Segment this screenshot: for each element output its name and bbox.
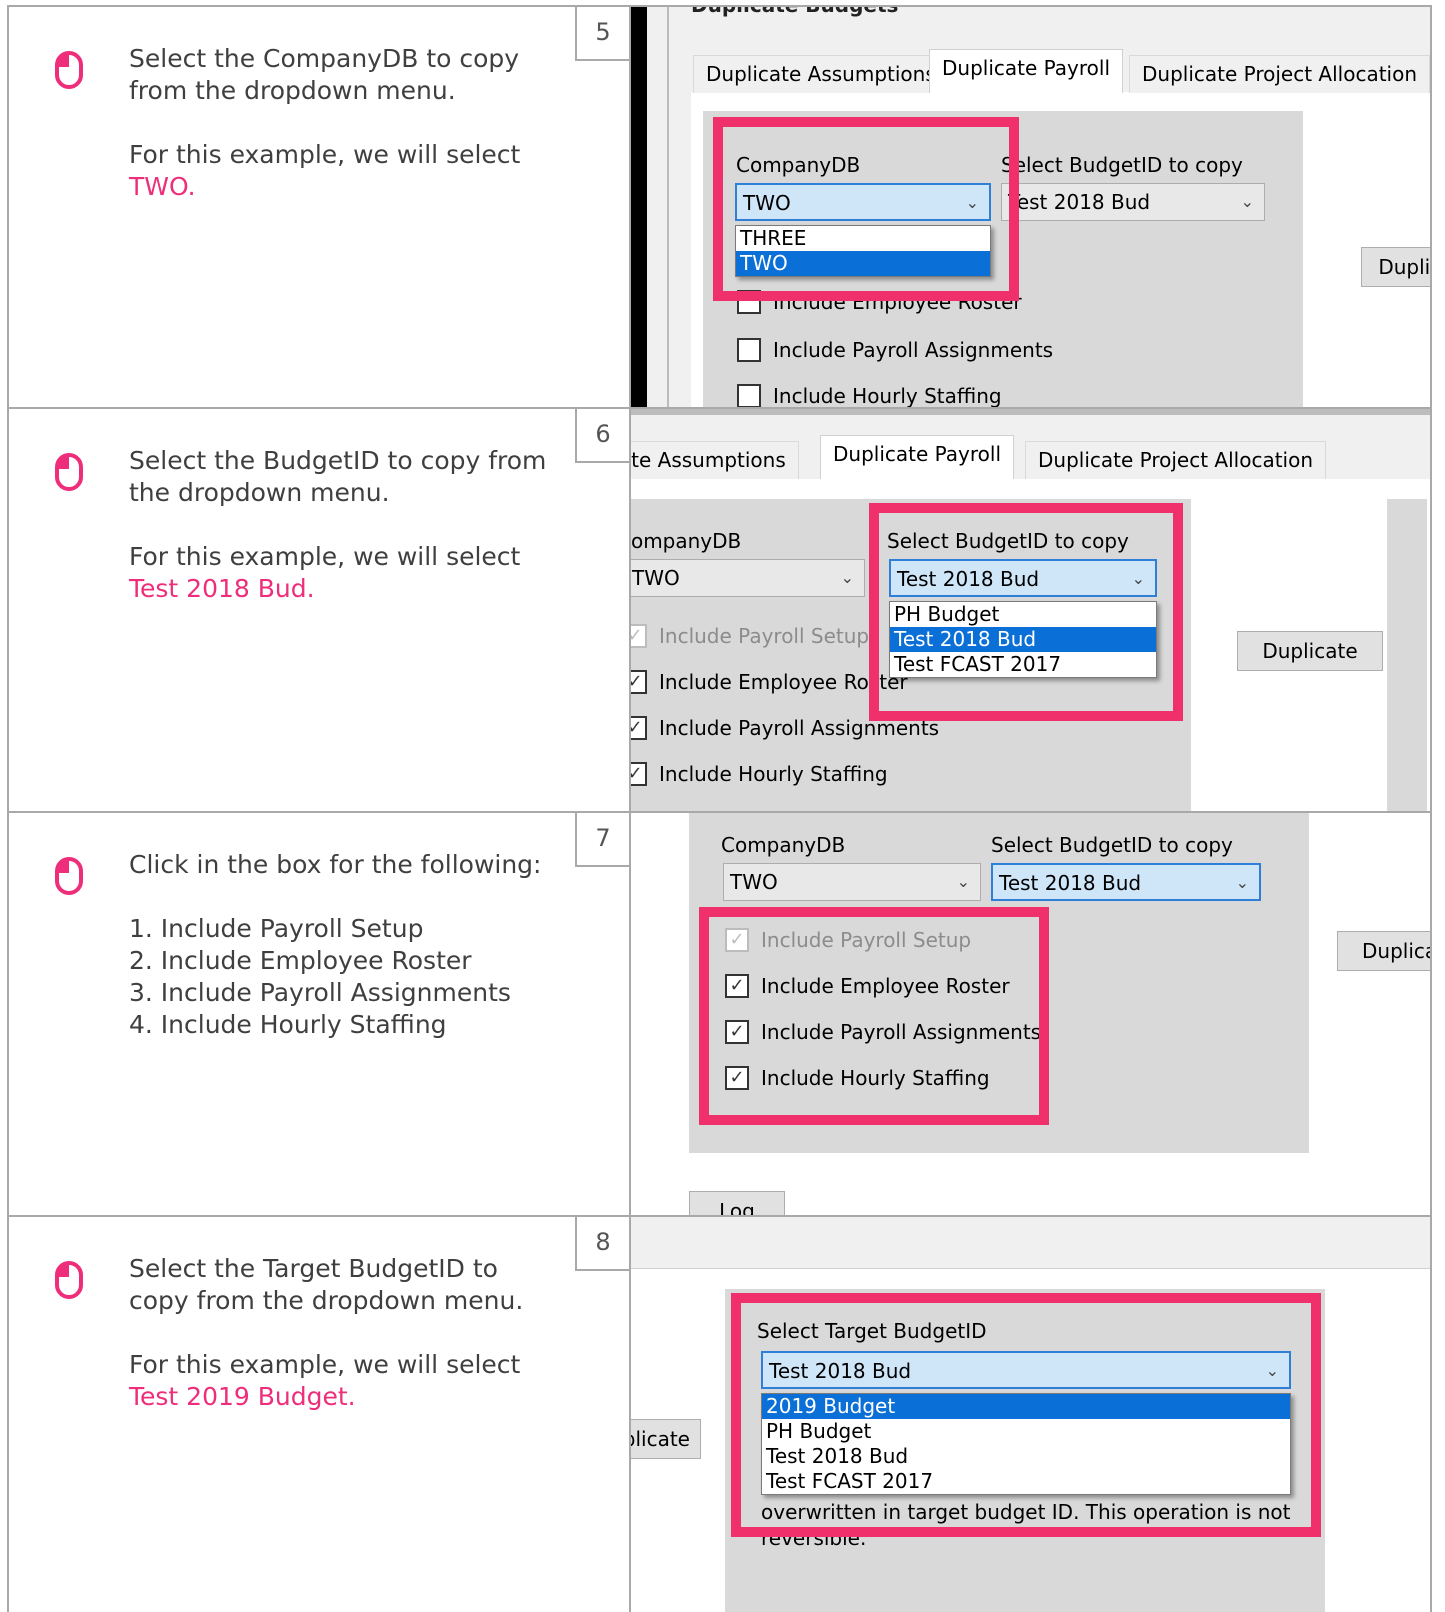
checkbox-icon: [737, 384, 761, 407]
step-8: Select the Target BudgetID to copy from …: [7, 1217, 1432, 1612]
budgetid-label: Select BudgetID to copy: [991, 833, 1233, 857]
log-button[interactable]: Log: [689, 1191, 785, 1215]
chevron-down-icon: ⌄: [840, 568, 854, 587]
example-prefix: For this example, we will select: [129, 1350, 521, 1379]
checkbox-label: Include Payroll Assignments: [773, 338, 1054, 362]
example-prefix: For this example, we will select: [129, 542, 521, 571]
checkbox-label: Include Hourly Staffing: [773, 384, 1002, 407]
budgetid-value: Test 2018 Bud: [1008, 190, 1151, 214]
instruction-intro: Click in the box for the following:: [129, 850, 542, 879]
screenshot: CompanyDB TWO ⌄ Select BudgetID to copy T…: [631, 813, 1430, 1215]
companydb-select[interactable]: TWO ⌄: [723, 863, 981, 901]
tab-duplicate-project-allocation[interactable]: Duplicate Project Allocation: [1025, 441, 1327, 479]
budgetid-value: Test 2018 Bud: [999, 871, 1142, 895]
checkbox-include-payroll-setup[interactable]: ✓ Include Payroll Setup: [631, 621, 869, 651]
chevron-down-icon: ⌄: [956, 872, 970, 891]
duplicate-button[interactable]: Duplicate: [1361, 247, 1430, 287]
list-item: 3. Include Payroll Assignments: [129, 978, 511, 1007]
mouse-click-icon: [55, 51, 83, 89]
checkbox-include-hourly-staffing[interactable]: ✓ Include Hourly Staffing: [631, 759, 888, 789]
example-value: Test 2018 Bud.: [129, 574, 315, 603]
list-item: 1. Include Payroll Setup: [129, 914, 424, 943]
step-number: 6: [575, 409, 629, 463]
step-5: Select the CompanyDB to copy from the dr…: [7, 5, 1432, 409]
step-6: Select the BudgetID to copy from the dro…: [7, 409, 1432, 813]
instruction-line: Select the CompanyDB to copy from the dr…: [129, 44, 520, 105]
checkbox-label: Include Payroll Setup: [659, 624, 870, 648]
checkbox-include-payroll-assignments[interactable]: Include Payroll Assignments: [737, 335, 1053, 365]
list-item: 4. Include Hourly Staffing: [129, 1010, 447, 1039]
highlight-box: [731, 1293, 1321, 1537]
duplicate-button[interactable]: Duplicate: [631, 1419, 701, 1459]
instruction-text: Click in the box for the following: 1. I…: [129, 849, 559, 1041]
step-number: 5: [575, 7, 629, 61]
example-value: TWO.: [129, 172, 196, 201]
tab-duplicate-assumptions[interactable]: Duplicate Assumptions: [693, 55, 949, 93]
step-number: 8: [575, 1217, 629, 1271]
companydb-label: CompanyDB: [721, 833, 846, 857]
instruction-text: Select the BudgetID to copy from the dro…: [129, 445, 559, 605]
chevron-down-icon: ⌄: [1235, 873, 1249, 892]
companydb-value: TWO: [730, 870, 778, 894]
companydb-value: TWO: [632, 566, 680, 590]
check-icon: ✓: [631, 762, 647, 786]
budgetid-select[interactable]: Test 2018 Bud ⌄: [1001, 183, 1265, 221]
mouse-click-icon: [55, 857, 83, 895]
budgetid-select[interactable]: Test 2018 Bud ⌄: [991, 863, 1261, 901]
checkbox-icon: [737, 338, 761, 362]
example-line: For this example, we will select Test 201…: [129, 541, 559, 605]
black-edge: [631, 7, 647, 407]
check-icon: ✓: [631, 716, 647, 740]
duplicate-button[interactable]: Duplicate: [1237, 631, 1383, 671]
tab-duplicate-assumptions[interactable]: Duplicate Assumptions: [631, 441, 799, 479]
checkbox-include-hourly-staffing[interactable]: Include Hourly Staffing: [737, 381, 1002, 407]
tab-label: Duplicate Assumptions: [631, 448, 786, 472]
top-strip: [631, 409, 1430, 415]
instruction-line: Select the Target BudgetID to copy from …: [129, 1254, 524, 1315]
step-instructions: Select the BudgetID to copy from the dro…: [9, 409, 631, 811]
duplicate-button[interactable]: Duplicate: [1337, 931, 1430, 971]
mouse-click-icon: [55, 1261, 83, 1299]
instruction-text: Select the Target BudgetID to copy from …: [129, 1253, 559, 1413]
window-title: Duplicate Budgets: [691, 7, 898, 17]
budgetid-label: Select BudgetID to copy: [1001, 153, 1243, 177]
companydb-select[interactable]: TWO ⌄: [631, 559, 865, 597]
checkbox-include-employee-roster[interactable]: ✓ Include Employee Roster: [631, 667, 908, 697]
example-prefix: For this example, we will select: [129, 140, 521, 169]
screenshot: Duplicate Select Target BudgetID Test 20…: [631, 1217, 1430, 1612]
tab-duplicate-payroll[interactable]: Duplicate Payroll: [929, 49, 1124, 93]
tab-duplicate-project-allocation[interactable]: Duplicate Project Allocation: [1129, 55, 1430, 93]
tab-duplicate-payroll[interactable]: Duplicate Payroll: [820, 435, 1015, 479]
example-line: For this example, we will select TWO.: [129, 139, 559, 203]
companydb-label: CompanyDB: [631, 529, 742, 553]
highlight-box: [869, 503, 1183, 721]
screenshot: Duplicate Budgets Duplicate Assumptions …: [631, 7, 1430, 407]
step-instructions: Click in the box for the following: 1. I…: [9, 813, 631, 1215]
step-number: 7: [575, 813, 629, 867]
list-item: 2. Include Employee Roster: [129, 946, 472, 975]
example-line: For this example, we will select Test 201…: [129, 1349, 559, 1413]
step-7: Click in the box for the following: 1. I…: [7, 813, 1432, 1217]
chevron-down-icon: ⌄: [1240, 192, 1254, 211]
instruction-line: Select the BudgetID to copy from the dro…: [129, 446, 547, 507]
duplicate-label: Duplicate: [631, 1427, 690, 1451]
tab-header-strip: [631, 1217, 1430, 1269]
step-instructions: Select the CompanyDB to copy from the dr…: [9, 7, 631, 407]
check-icon: ✓: [631, 624, 647, 648]
mouse-click-icon: [55, 453, 83, 491]
highlight-box: [713, 117, 1019, 301]
highlight-box: [699, 907, 1049, 1125]
step-instructions: Select the Target BudgetID to copy from …: [9, 1217, 631, 1612]
screenshot: Duplicate Assumptions Duplicate Payroll …: [631, 409, 1430, 811]
side-panel: [1387, 499, 1427, 811]
example-value: Test 2019 Budget.: [129, 1382, 356, 1411]
instruction-text: Select the CompanyDB to copy from the dr…: [129, 43, 559, 203]
checkbox-label: Include Hourly Staffing: [659, 762, 888, 786]
check-icon: ✓: [631, 670, 647, 694]
